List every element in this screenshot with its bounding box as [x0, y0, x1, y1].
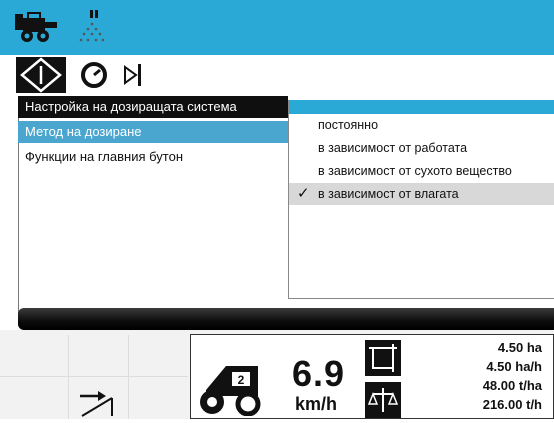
grid-divider	[128, 335, 129, 419]
popup-top-bar	[289, 100, 554, 114]
option-by-work[interactable]: в зависимост от работата	[289, 137, 554, 159]
option-constant[interactable]: постоянно	[289, 114, 554, 136]
speed-value: 6.9	[292, 353, 346, 394]
menu-item-main-button-functions[interactable]: Функции на главния бутон	[18, 146, 288, 168]
arrow-to-bar-icon[interactable]	[122, 61, 146, 94]
option-label: в зависимост от сухото вещество	[318, 164, 512, 178]
icon-toolbar	[0, 55, 554, 95]
option-label: постоянно	[318, 118, 379, 132]
menu-item-dosing-method[interactable]: Метод на дозиране	[18, 121, 288, 143]
option-label: в зависимост от влагата	[318, 187, 459, 201]
stat-value: 48.00	[482, 378, 516, 393]
swath-arrow-icon[interactable]	[78, 388, 122, 423]
navigation-tab[interactable]	[16, 57, 66, 93]
harvester-icon[interactable]	[13, 10, 63, 49]
navigation-diamond-icon	[20, 57, 62, 93]
stat-value: 216.00	[482, 397, 523, 412]
scale-icon[interactable]	[365, 382, 401, 418]
svg-text:2: 2	[238, 373, 245, 387]
dosing-method-popup: постоянно в зависимост от работата в зав…	[288, 100, 554, 299]
stat-unit: ha/h	[515, 359, 542, 374]
option-by-dry-matter[interactable]: в зависимост от сухото вещество	[289, 160, 554, 182]
tractor-wheel-icon: 2	[196, 358, 266, 421]
sprayer-icon[interactable]	[78, 10, 108, 51]
menu-title: Настройка на дозиращата система	[18, 96, 288, 118]
stat-area-rate: 4.50 ha/h	[486, 359, 542, 374]
stat-throughput: 216.00 t/h	[483, 397, 542, 412]
stat-area: 4.50 ha	[498, 340, 542, 355]
area-frame-icon[interactable]	[365, 340, 401, 376]
option-label: в зависимост от работата	[318, 141, 468, 155]
stat-unit: t/h	[526, 397, 542, 412]
gauge-icon[interactable]	[80, 61, 108, 94]
app-header	[0, 0, 554, 55]
stat-value: 4.50	[497, 340, 524, 355]
stat-unit: t/ha	[518, 378, 542, 393]
speed-unit: km/h	[295, 394, 338, 414]
grid-divider	[0, 376, 188, 377]
option-by-moisture[interactable]: ✓ в зависимост от влагата	[289, 183, 554, 205]
status-band	[18, 308, 554, 330]
stat-value: 4.50	[486, 359, 512, 374]
stat-unit: ha	[526, 340, 542, 355]
stat-yield-per-ha: 48.00 t/ha	[483, 378, 542, 393]
checkmark-icon: ✓	[297, 185, 310, 202]
grid-divider	[68, 335, 69, 419]
